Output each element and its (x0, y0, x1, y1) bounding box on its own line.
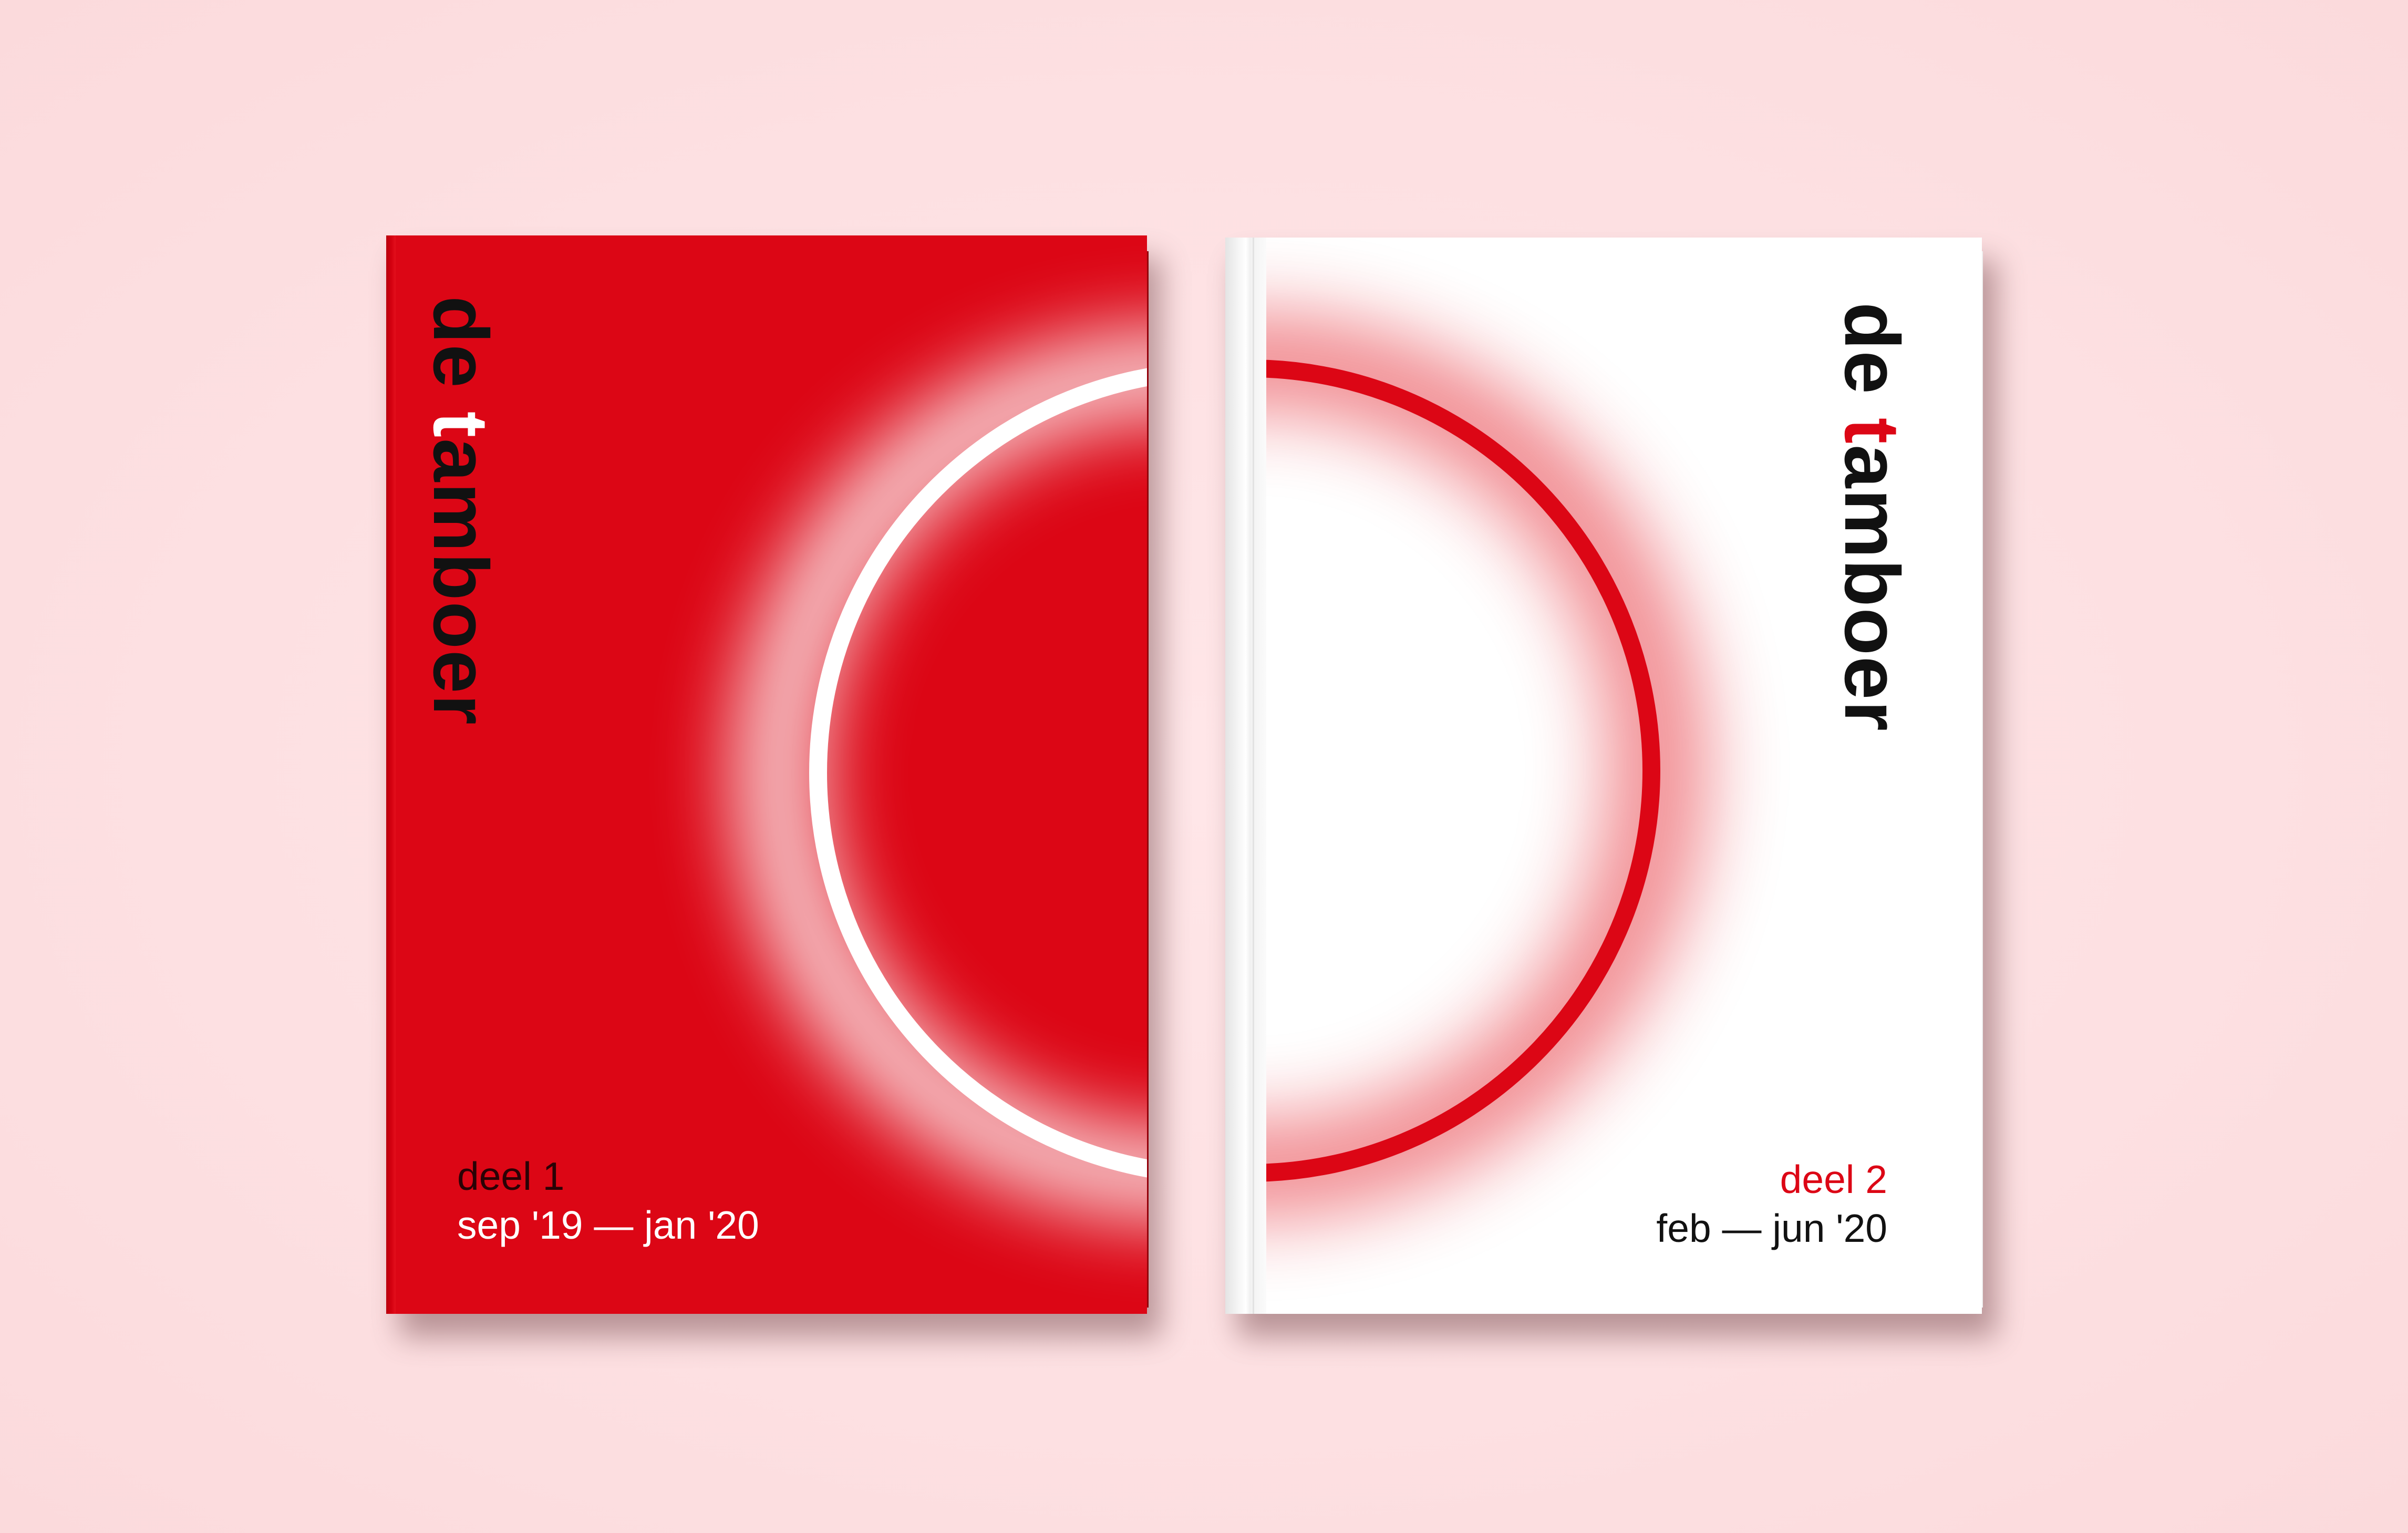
booklet-2-cover: de tamboer deel 2 feb — jun '20 (1225, 238, 1982, 1314)
booklet-2-title-suffix: amboer (1828, 445, 1915, 732)
booklet-2-title: de tamboer (1828, 302, 1915, 732)
booklet-1-part: deel 1 (457, 1154, 565, 1198)
booklet-2-title-highlight: t (1828, 417, 1915, 445)
booklet-2-part: deel 2 (1780, 1157, 1887, 1201)
booklet-1-title: de tamboer (417, 296, 504, 726)
booklet-2-period: feb — jun '20 (1656, 1206, 1887, 1250)
booklet-1-title-suffix: amboer (417, 438, 504, 726)
booklet-2-title-prefix: de (1828, 302, 1915, 418)
photo-scene: de tamboer deel 1 sep '19 — jan '20 de t… (0, 0, 2408, 1533)
booklet-1-title-highlight: t (417, 411, 504, 439)
booklet-1-title-prefix: de (417, 296, 504, 411)
booklet-1-period: sep '19 — jan '20 (457, 1203, 759, 1247)
booklet-1-spine (386, 235, 396, 1314)
booklet-2-spine (1225, 238, 1266, 1314)
booklet-1-cover: de tamboer deel 1 sep '19 — jan '20 (386, 235, 1147, 1314)
booklet-2-spine-fold (1253, 238, 1254, 1314)
